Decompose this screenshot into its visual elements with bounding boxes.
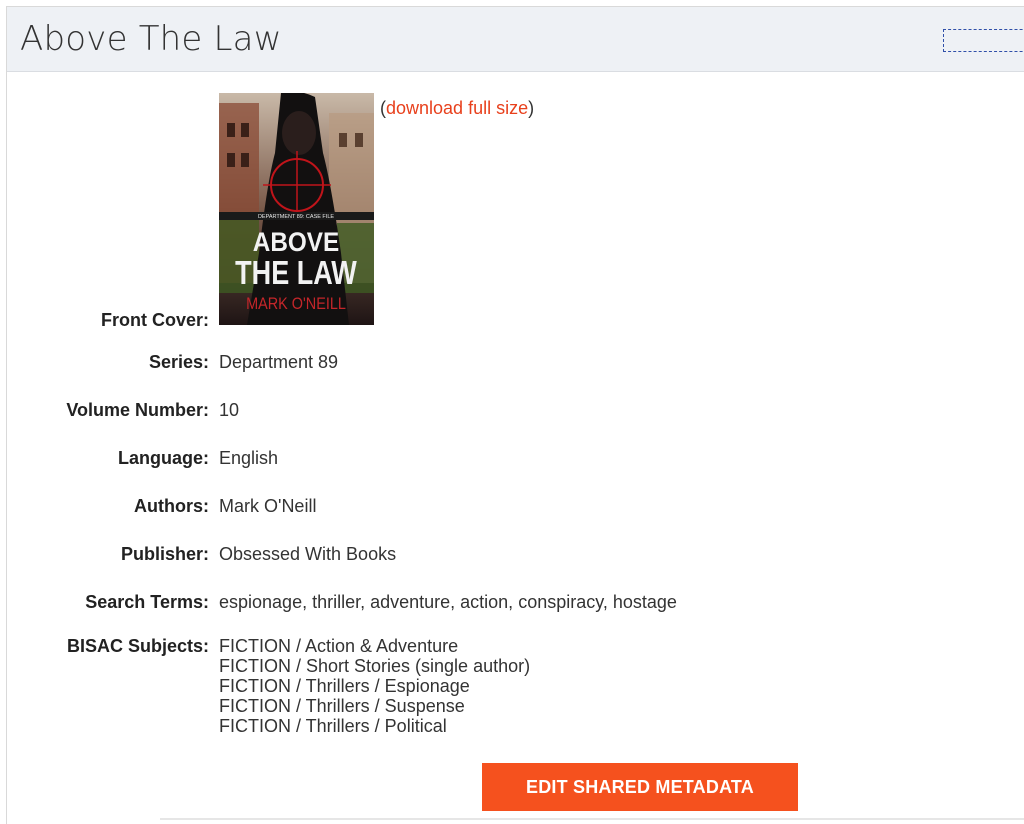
front-cover-image[interactable]: DEPARTMENT 89: CASE FILE ABOVE THE LAW M… [219, 93, 374, 325]
download-close-paren: ) [528, 98, 535, 118]
bisac-subject-item: FICTION / Short Stories (single author) [219, 656, 531, 676]
cover-title-line2: THE LAW [235, 256, 357, 292]
header-action-placeholder[interactable] [943, 29, 1024, 52]
panel-header: Above The Law [7, 7, 1024, 72]
search-terms-value: espionage, thriller, adventure, action, … [219, 592, 677, 612]
download-link-wrapper: (download full size) [380, 97, 534, 119]
bisac-subject-item: FICTION / Thrillers / Political [219, 716, 447, 736]
publisher-label: Publisher: [120, 544, 209, 564]
bisac-subject-item: FICTION / Thrillers / Espionage [219, 676, 470, 696]
section-divider [160, 818, 1024, 820]
volume-number-value: 10 [219, 400, 240, 420]
publisher-value: Obsessed With Books [219, 544, 397, 564]
search-terms-label: Search Terms: [85, 592, 209, 612]
download-full-size-link[interactable]: download full size [386, 98, 528, 118]
cover-series-tag: DEPARTMENT 89: CASE FILE [258, 214, 334, 220]
series-label: Series: [148, 352, 209, 372]
edit-shared-metadata-button[interactable]: EDIT SHARED METADATA [482, 763, 798, 811]
front-cover-label: Front Cover: [101, 310, 209, 330]
cover-author: MARK O'NEILL [246, 295, 346, 313]
bisac-subjects-list: FICTION / Action & Adventure FICTION / S… [219, 636, 530, 736]
series-value: Department 89 [219, 352, 339, 372]
volume-number-label: Volume Number: [66, 400, 209, 420]
language-label: Language: [117, 448, 209, 468]
cover-title-line1: ABOVE [253, 228, 339, 257]
bisac-subjects-label: BISAC Subjects: [66, 636, 209, 656]
language-value: English [219, 448, 279, 468]
cover-art: DEPARTMENT 89: CASE FILE ABOVE THE LAW M… [219, 93, 374, 325]
authors-value: Mark O'Neill [219, 496, 317, 516]
bisac-subject-item: FICTION / Action & Adventure [219, 636, 459, 656]
authors-label: Authors: [134, 496, 209, 516]
book-title: Above The Law [20, 19, 282, 59]
bisac-subject-item: FICTION / Thrillers / Suspense [219, 696, 465, 716]
